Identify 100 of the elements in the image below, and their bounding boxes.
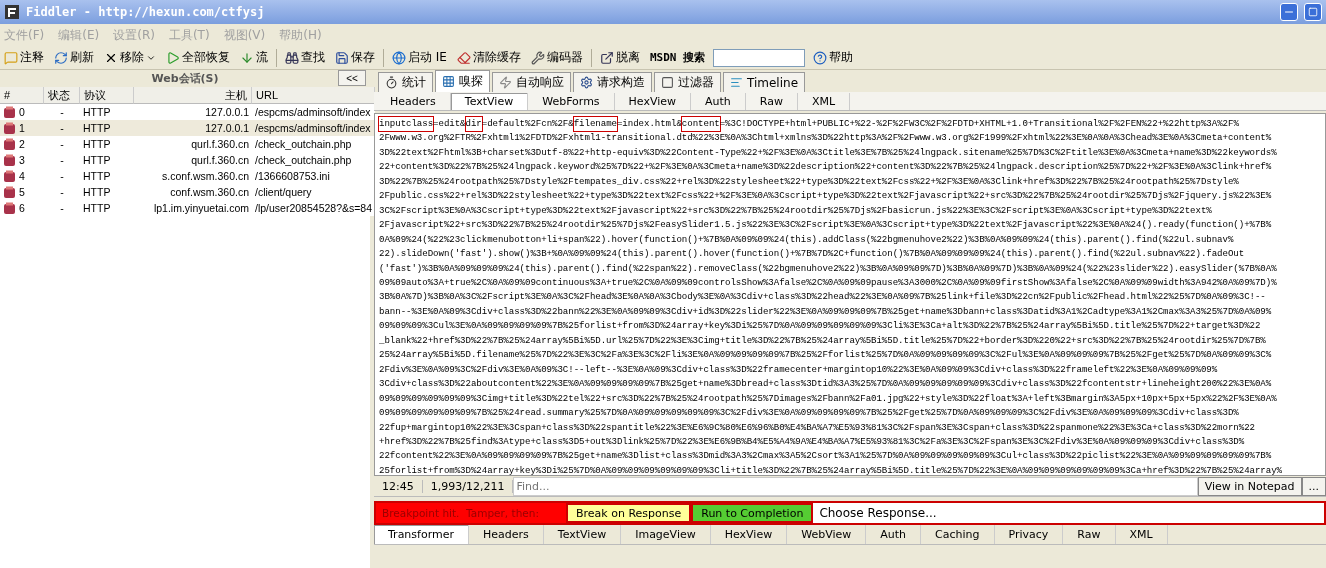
find-field[interactable]: Find... xyxy=(513,476,1198,496)
session-number: 4 xyxy=(19,170,25,182)
run-button[interactable]: Run to Completion xyxy=(691,503,814,523)
table-cell: 127.0.0.1 xyxy=(134,120,252,136)
code-line: 3D%22text%2Fhtml%3B+charset%3Dutf-8%22+http-equiv%3D%22Content-Type%22+%2F%3E%0A%3Ctitle%3E%7B%25%24lngpack.sitename%25%7D%3C%2Ftitle%3E%0A%3Cmeta+name%3D%22keywords% xyxy=(379,145,1278,160)
code-line: 09%09%09%3Cul%3E%0A%09%09%09%09%7B%25forlist+from%3D%24array+key%3Di%25%7D%0A%09%09%09%09%09%3Cli%3E%3Ca+alt%3D%22%7B%25%24array%5Bi%5D.title%25%7D%22+target%3D%22 xyxy=(379,319,1262,334)
tab[interactable]: HexView xyxy=(614,92,692,110)
tab[interactable]: XML xyxy=(1115,525,1168,544)
window-icon xyxy=(599,50,614,65)
tab[interactable]: XML xyxy=(798,92,851,110)
tab[interactable]: Auth xyxy=(866,525,922,544)
code-line: 3Cdiv+class%3D%22aboutcontent%22%3E%0A%09%09%09%09%7B%25get+name%3Dbread+class%3Dtid%3A3%25%7D%0A%09%09%09%09%09%3Cdiv+class%3D%22fcontentstr+lineheight200%22%3E%0A% xyxy=(379,377,1273,392)
tab[interactable]: Privacy xyxy=(994,525,1064,544)
tab[interactable]: Headers xyxy=(469,525,544,544)
tab[interactable]: 请求构造 xyxy=(573,72,652,92)
tab[interactable]: Caching xyxy=(921,525,995,544)
code-line: 22+content%3D%22%7B%25%24lngpack.keyword%25%7D%22+%2F%3E%0A%3Cmeta+name%3D%22description%22+content%3D%22%7B%25%24lngpack.description%25%7D%22+%2F%3E%0A%3Clink+href% xyxy=(379,160,1273,175)
notepad-button[interactable]: View in Notepad xyxy=(1197,476,1302,496)
tab[interactable]: Transformer xyxy=(374,525,469,544)
session-icon xyxy=(3,169,16,183)
highlighted-text: filename xyxy=(573,117,617,132)
highlighted-text: dir xyxy=(465,117,482,132)
table-cell: /check_outchain.php xyxy=(252,136,376,152)
session-icon xyxy=(3,137,16,151)
maximize-button[interactable] xyxy=(1304,3,1322,21)
toolbar-button[interactable]: 查找 xyxy=(283,49,327,66)
tab[interactable]: 过滤器 xyxy=(654,72,721,92)
table-cell: - xyxy=(44,120,80,136)
comment-icon xyxy=(4,50,18,65)
code-line: 2Fpublic.css%22+rel%3D%22stylesheet%22+type%3D%22text%2Fcss%22+%2F%3E%0A%3Cscript+type%3D%22text%2Fjavascript%22+src%3D%22%7B%25%24rootdir%25%7Djs%2Fjquery.js%22%3E% xyxy=(379,189,1273,204)
maximize-icon xyxy=(1308,7,1318,17)
tab[interactable]: HexView xyxy=(710,525,788,544)
toolbar-button[interactable]: 启动 IE xyxy=(390,49,449,66)
toolbar-button[interactable]: 注释 xyxy=(2,49,46,66)
session-number: 0 xyxy=(19,106,25,118)
code-line: 09%09%09%09%09%09%7B%25%24read.summary%25%7D%0A%09%09%09%09%09%3C%2Fdiv%3E%0A%09%09%09%09%7B%25%2Fget%25%7D%0A%09%09%09%3C%2Fdiv%3E%0A%09%09%09%3Cdiv+class%3D% xyxy=(379,406,1240,421)
tab[interactable]: 自动响应 xyxy=(492,72,571,92)
code-line: +href%3D%22%7B%25find%3Atype+class%3D5+out%3Dlink%25%7D%22%3E%E6%9B%B4%E5%A4%9A%E4%BA%A7%E5%93%81%3C%2Fa%3E%3C%2Fspan%3E%3C%2Fdiv%3E%0A%09%09%09%3Cdiv+class%3D% xyxy=(379,434,1246,449)
code-line: 2Fwww.w3.org%2FTR%2Fxhtml1%2FDTD%2Fxhtml1-transitional.dtd%22%3E%0A%3Chtml+xmlns%3D%22http%3A%2F%2Fwww.w3.org%2F1999%2Fxhtml%22%3E%0A%0A%3Chead%3E%0A%3Cmeta+content% xyxy=(379,131,1273,146)
timer-icon xyxy=(385,76,398,89)
collapse-button[interactable]: << xyxy=(338,70,366,86)
tab[interactable]: 统计 xyxy=(378,72,433,92)
tab[interactable]: Raw xyxy=(745,92,798,110)
tab[interactable]: TextView xyxy=(543,525,622,544)
column-header[interactable]: 协议 xyxy=(80,87,134,104)
session-number: 6 xyxy=(19,202,25,214)
table-cell: /client/query xyxy=(252,184,376,200)
tab[interactable]: 嗅探 xyxy=(435,70,490,92)
session-icon xyxy=(3,201,16,215)
tab[interactable]: Timeline xyxy=(723,72,806,92)
tab[interactable]: Headers xyxy=(376,92,451,110)
refresh-icon xyxy=(54,50,68,65)
highlighted-text: content xyxy=(681,117,720,132)
toolbar-button[interactable]: 流 xyxy=(238,49,270,66)
code-line: 2Fdiv%3E%0A%09%3C%2Fdiv%3E%0A%09%3C!--left--%3E%0A%09%3Cdiv+class%3D%22framecenter+margintop10%22%3E%0A%09%09%3Cdiv+class%3D%22frameleft%22%3E%0A%09%09%09% xyxy=(379,362,1219,377)
response-dropdown[interactable]: Choose Response... xyxy=(813,503,1324,523)
code-line: _blank%22+href%3D%22%7B%25%24array%5Bi%5D.url%25%7D%22%3E%3Cimg+title%3D%22%7B%25%24array%5Bi%5D.title%25%7D%22+border%3D%220%22+src%3D%22%7B%25%24rootdir%25%7D%7B% xyxy=(379,333,1267,348)
app-icon xyxy=(4,4,20,20)
toolbar-button[interactable]: 清除缓存 xyxy=(454,49,523,66)
tab[interactable]: WebForms xyxy=(528,92,615,110)
code-line: bann--%3E%0A%09%3Cdiv+class%3D%22bann%22%3E%0A%09%09%3Cdiv+id%3D%22slider%22%3E%0A%09%09%09%7B%25get+name%3Dbann+class%3Datid%3A1%2Cadtype%3A1%2Cmax%3A3%25%7D%0A%09% xyxy=(379,304,1273,319)
toolbar-button[interactable]: 移除 xyxy=(102,49,158,66)
more-button[interactable]: ... xyxy=(1301,476,1326,496)
break-button[interactable]: Break on Response xyxy=(566,503,692,523)
tab[interactable]: ImageView xyxy=(621,525,711,544)
tab[interactable]: Auth xyxy=(691,92,746,110)
toolbar-button[interactable]: 脱离 xyxy=(597,49,642,66)
gear-icon xyxy=(580,76,593,89)
table-cell: HTTP xyxy=(80,120,134,136)
column-header[interactable]: 状态 xyxy=(44,87,80,104)
save-icon xyxy=(335,50,349,65)
search-field[interactable] xyxy=(713,48,806,67)
toolbar-button[interactable]: 全部恢复 xyxy=(164,49,232,66)
code-line: 09%09auto%3A+true%2C%0A%09%09continuous%3A+true%2C%0A%09%09controlsShow%3Afalse%2C%0A%09%09pause%3A3000%2C%0A%09%09firstShow%3Afalse%2C%0A%09%09width%3A942%0A%09%7D)% xyxy=(379,276,1278,290)
code-line: 3D%22%7B%25%24rootpath%25%7Dstyle%2Ftempates_div.css%22+rel%3D%22stylesheet%22+type%3D%22text%2Fcss%22+%2F%3E%0A%3Clink+href%3D%22%7B%25%24rootpath%25%7Dstyle% xyxy=(379,174,1240,189)
code-line: 09%09%09%09%09%09%3Cimg+title%3D%22tel%22+src%3D%22%7B%25%24rootpath%25%7Dimages%2Fbann%2Fa01.jpg%22+style%3D%22float%3A+left%3Bmargin%3A5px+10px+5px+5px%22%2F%3E%0A% xyxy=(379,391,1278,406)
tab[interactable]: TextView xyxy=(450,92,529,110)
toolbar-button[interactable]: 保存 xyxy=(333,49,377,66)
table-cell: /1366608753.ini xyxy=(252,168,376,184)
session-cell[interactable]: 1 xyxy=(0,120,44,136)
code-line: 2Fjavascript%22+src%3D%22%7B%25%24rootdir%25%7Djs%2FeasySlider1.5.js%22%3E%3C%2Fscript%3E%0A%3Cscript+type%3D%22text%2Fjavascript%22%3E%0A%24().ready(function()+%7B% xyxy=(379,218,1273,233)
globe-icon xyxy=(392,50,406,65)
session-number: 3 xyxy=(19,154,25,166)
toolbar-button[interactable]: 帮助 xyxy=(811,49,856,66)
code-line: 22fcontent%22%3E%0A%09%09%09%09%7B%25get+name%3Dlist+class%3Dmid%3A3%2Cmax%3A5%2Csort%3A1%25%7D%0A%09%09%09%09%09%3Cul+class%3D%22piclist%22%3E%0A%09%09%09%09%09%7B% xyxy=(379,449,1273,464)
table-cell: /espcms/adminsoft/index xyxy=(252,104,376,120)
session-icon xyxy=(3,153,16,167)
code-line: 0A%09%24(%22%23clickmenubotton+li+span%22).hover(function()+%7B%0A%09%09%24(this).addClass(%22bgmenuhove2%22)%3B%0A%09%09%24(this).parent().find(%22ul.subnav% xyxy=(379,232,1235,247)
tab[interactable]: Raw xyxy=(1063,525,1116,544)
table-cell: /check_outchain.php xyxy=(252,152,376,168)
column-header[interactable]: # xyxy=(0,87,44,104)
code-line: 3C%2Fscript%3E%0A%3Cscript+type%3D%22text%2Fjavascript%22+src%3D%22%7B%25%24rootdir%25%7Djs%2Fbasicrun.js%22%3E%3C%2Fscript%3E%0A%3Cscript+type%3D%22text% xyxy=(379,203,1213,218)
session-icon xyxy=(3,185,16,199)
tab[interactable]: WebView xyxy=(787,525,867,544)
toolbar-button[interactable]: 编码器 xyxy=(528,49,585,66)
minimize-button[interactable] xyxy=(1280,3,1298,21)
code-line: 25%24array%5Bi%5D.filename%25%7D%22%3E%3C%2Fa%3E%3C%2Fli%3E%0A%09%09%09%09%7B%25%2Fforlist%25%7D%0A%09%09%09%09%3C%2Ful%3E%0A%09%09%09%7B%25%2Fget%25%7D%0A%09%09%3C% xyxy=(379,348,1273,363)
toolbar-button[interactable]: 刷新 xyxy=(52,49,96,66)
column-header[interactable]: 主机 xyxy=(134,87,252,104)
column-header[interactable]: URL xyxy=(252,87,376,104)
